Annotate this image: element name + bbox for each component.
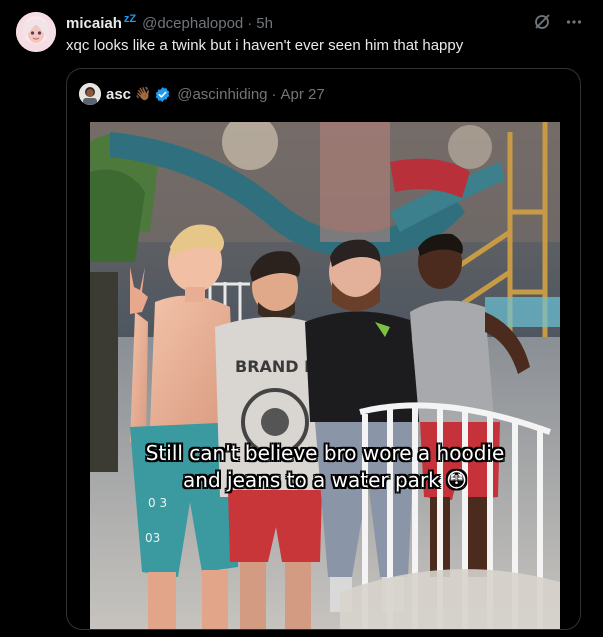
quoted-tweet-video[interactable]: 0 3 03 BRAND BU Still can't believe bro …	[90, 122, 560, 629]
tweet-header: micaiah zZ @dcephalopod · 5h	[66, 13, 583, 33]
grok-icon[interactable]	[533, 13, 551, 35]
video-caption: Still can't believe bro wore a hoodie an…	[90, 440, 560, 494]
quoted-tweet[interactable]: asc 👋🏾 @ascinhiding · Apr 27 0 3 03 BRAN…	[66, 68, 581, 630]
svg-text:03: 03	[145, 531, 160, 545]
water-park-photo: 0 3 03 BRAND BU	[90, 122, 560, 629]
quoted-author-avatar	[79, 83, 101, 105]
tweet-text: xqc looks like a twink but i haven't eve…	[66, 37, 464, 54]
verified-badge-icon	[154, 86, 171, 103]
quoted-tweet-timestamp[interactable]: Apr 27	[281, 86, 325, 103]
header-separator: ·	[247, 14, 253, 32]
more-icon[interactable]	[565, 13, 583, 35]
quoted-author-handle[interactable]: @ascinhiding	[177, 86, 267, 103]
tweet-timestamp[interactable]: 5h	[256, 15, 273, 32]
quoted-author-display-name[interactable]: asc	[106, 86, 131, 103]
author-avatar-image	[16, 12, 56, 52]
author-handle[interactable]: @dcephalopod	[142, 15, 243, 32]
wave-emoji: 👋🏾	[135, 86, 152, 101]
author-display-name[interactable]: micaiah	[66, 15, 122, 32]
quoted-tweet-header: asc 👋🏾 @ascinhiding · Apr 27	[79, 83, 325, 105]
author-avatar[interactable]	[16, 12, 56, 52]
caption-line-1: Still can't believe bro wore a hoodie	[145, 441, 505, 465]
tweet-header-actions	[533, 13, 583, 35]
quoted-header-separator: ·	[271, 85, 277, 103]
caption-line-2: and jeans to a water park 😳	[183, 468, 467, 492]
sleep-badge: zZ	[123, 13, 137, 25]
quoted-author-avatar-image	[79, 83, 101, 105]
tweet[interactable]: micaiah zZ @dcephalopod · 5h xqc looks l…	[0, 0, 603, 637]
svg-text:0 3: 0 3	[148, 496, 167, 510]
